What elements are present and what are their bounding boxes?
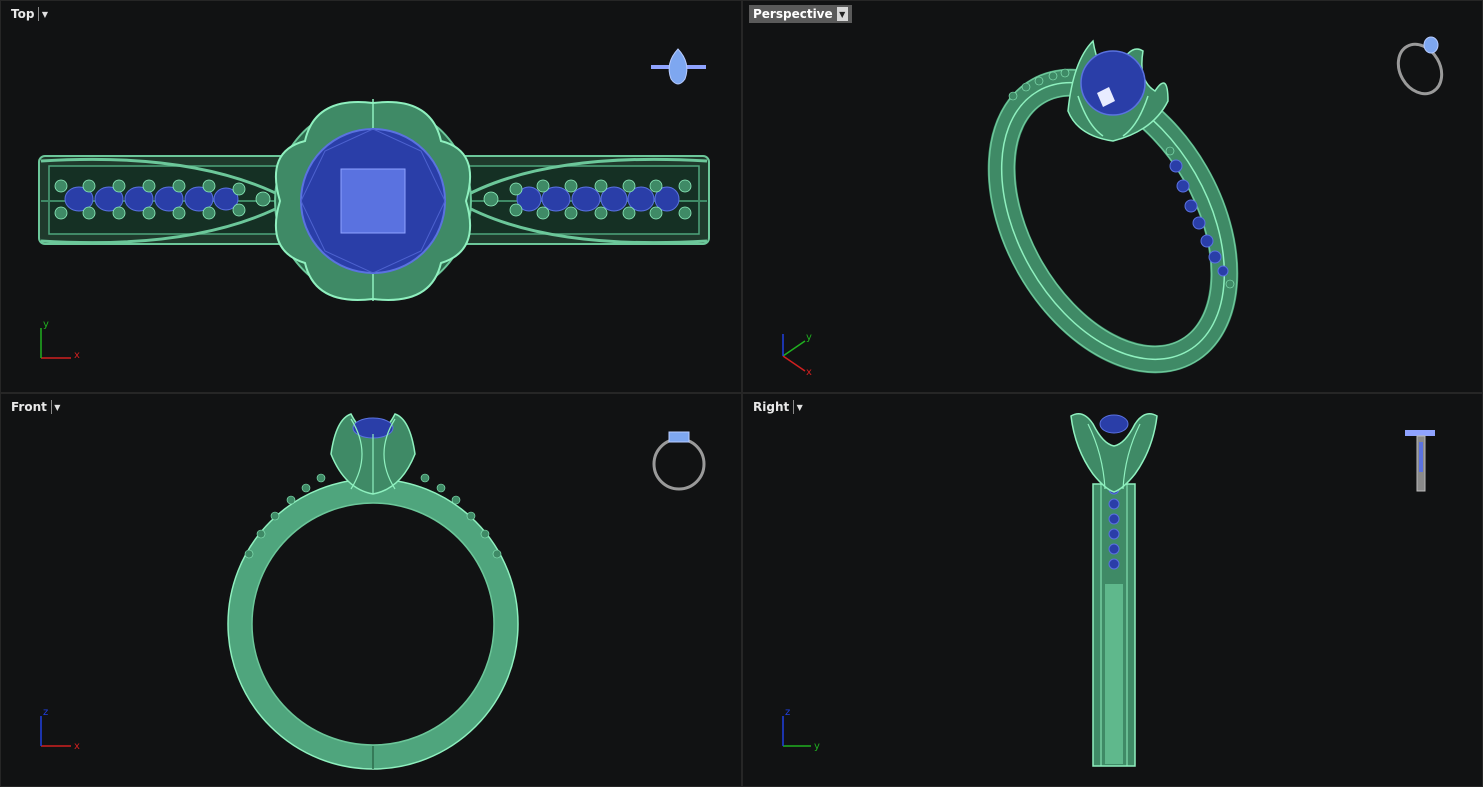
ring-shank-right [1092, 483, 1136, 767]
axis-x-label: x [74, 741, 80, 752]
ring-band-front [227, 478, 519, 770]
center-setting-right [1070, 413, 1158, 493]
viewport-right[interactable]: Right ▼ y z [742, 393, 1483, 787]
axis-z-label: z [43, 707, 48, 718]
viewport-front[interactable]: Front ▼ x z [0, 393, 742, 787]
center-setting-top [274, 99, 472, 301]
axis-z-label: z [785, 707, 790, 718]
perspective-view-canvas: y x [782, 36, 1451, 378]
viewport-top[interactable]: Top ▼ x y [0, 0, 742, 393]
front-view-canvas: x z [40, 413, 706, 770]
top-view-canvas: x y [38, 48, 710, 361]
axis-widget-front: x z [40, 707, 80, 752]
axis-widget-top: x y [40, 319, 80, 361]
axis-y-label: y [814, 741, 820, 752]
view-navigator-icon[interactable] [1405, 430, 1435, 492]
right-view-canvas: y z [782, 413, 1435, 767]
viewport-grid: Top ▼ x y Perspective ▼ y x Front ▼ x z … [0, 0, 1483, 787]
axis-widget-right: y z [782, 707, 820, 752]
axis-x-label: x [806, 367, 812, 378]
view-navigator-icon[interactable] [651, 48, 706, 85]
viewport-perspective[interactable]: Perspective ▼ y x [742, 0, 1483, 393]
center-gem-right [1099, 414, 1129, 434]
axis-x-label: x [74, 350, 80, 361]
center-gem-perspective [1080, 50, 1146, 116]
axis-y-label: y [806, 332, 812, 343]
view-navigator-icon[interactable] [1390, 36, 1451, 101]
axis-y-label: y [43, 319, 49, 330]
view-navigator-icon[interactable] [652, 431, 706, 491]
axis-widget-perspective: y x [782, 332, 812, 378]
